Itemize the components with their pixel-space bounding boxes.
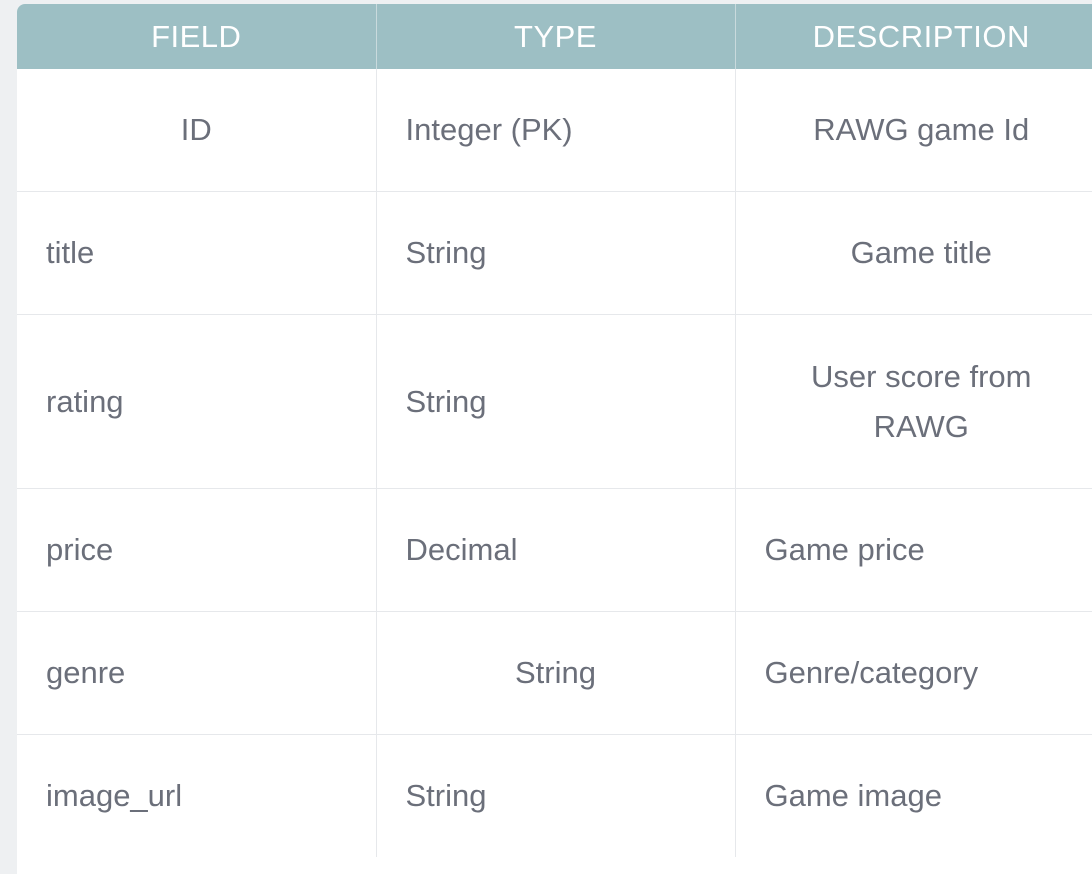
schema-table-container: FIELD TYPE DESCRIPTION ID Integer (PK) R… xyxy=(17,4,1092,874)
cell-description: User score from RAWG xyxy=(735,314,1092,489)
cell-field: price xyxy=(17,488,377,612)
cell-field: title xyxy=(17,191,377,315)
table-row: price Decimal Game price xyxy=(17,488,1092,612)
table-row: rating String User score from RAWG xyxy=(17,314,1092,489)
cell-field: image_url xyxy=(17,734,377,857)
cell-type: String xyxy=(376,191,736,315)
cell-field: genre xyxy=(17,611,377,735)
cell-type: Integer (PK) xyxy=(376,69,736,192)
header-description: DESCRIPTION xyxy=(735,4,1092,69)
table-header: FIELD TYPE DESCRIPTION xyxy=(17,4,1092,69)
cell-description: Genre/category xyxy=(735,611,1092,735)
cell-type: String xyxy=(376,734,736,857)
cell-type: String xyxy=(376,611,736,735)
cell-description: Game image xyxy=(764,778,942,813)
cell-type: String xyxy=(376,314,736,489)
table-row: title String Game title xyxy=(17,191,1092,315)
schema-table: FIELD TYPE DESCRIPTION ID Integer (PK) R… xyxy=(17,4,1092,857)
table-row: ID Integer (PK) RAWG game Id xyxy=(17,69,1092,192)
cell-description: Game title xyxy=(735,191,1092,315)
header-field: FIELD xyxy=(17,4,377,69)
cell-description: RAWG game Id xyxy=(735,69,1092,192)
cell-description: Game price xyxy=(735,488,1092,612)
cell-field: ID xyxy=(17,69,377,192)
cell-field: rating xyxy=(17,314,377,489)
cell-type: Decimal xyxy=(376,488,736,612)
table-row: image_url String Game image xyxy=(17,734,1092,857)
header-type: TYPE xyxy=(376,4,736,69)
header-row: FIELD TYPE DESCRIPTION xyxy=(17,4,1092,69)
table-body: ID Integer (PK) RAWG game Id title Strin… xyxy=(17,69,1092,857)
table-row: genre String Genre/category xyxy=(17,611,1092,735)
